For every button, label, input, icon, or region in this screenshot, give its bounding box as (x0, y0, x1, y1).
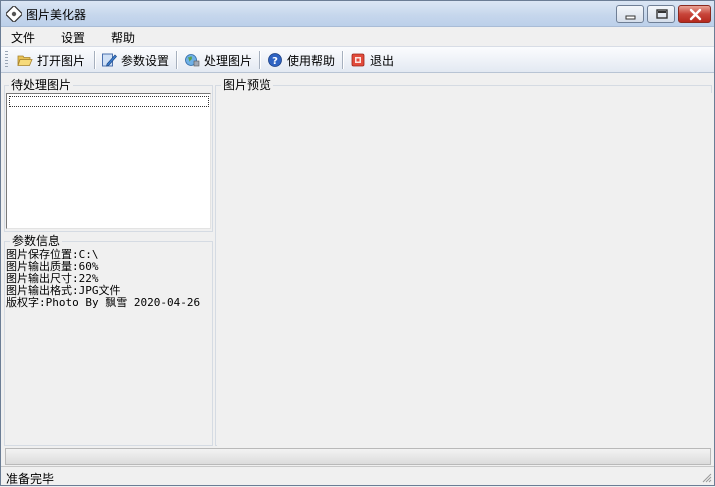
params-info-label: 参数信息 (10, 234, 63, 248)
toolbar-separator (342, 51, 344, 69)
settings-edit-icon (102, 53, 117, 67)
menu-settings[interactable]: 设置 (61, 29, 85, 46)
toolbar-separator (94, 51, 96, 69)
preview-label: 图片预览 (221, 78, 274, 92)
process-globe-icon (185, 54, 200, 67)
process-image-button[interactable]: 处理图片 (184, 50, 252, 70)
app-window: 图片美化器 文件 设置 帮助 打开图片 参数设置 处理图片 ? 使用帮助 退出 … (0, 0, 715, 486)
resize-grip-icon[interactable] (702, 473, 712, 483)
toolbar: 打开图片 参数设置 处理图片 ? 使用帮助 退出 (1, 46, 714, 73)
status-text: 准备完毕 (6, 472, 55, 486)
folder-open-icon (17, 55, 33, 66)
settings-label: 参数设置 (121, 53, 170, 68)
params-info-text: 图片保存位置:C:\ 图片输出质量:60% 图片输出尺寸:22% 图片输出格式:JPG… (6, 249, 200, 309)
title-bar[interactable]: 图片美化器 (1, 1, 714, 27)
open-image-button[interactable]: 打开图片 (17, 50, 85, 70)
menu-file[interactable]: 文件 (11, 29, 35, 46)
exit-button[interactable]: 退出 (350, 50, 394, 70)
menu-bar: 文件 设置 帮助 (1, 27, 714, 46)
toolbar-separator (176, 51, 178, 69)
param-copyright: 版权字:Photo By 飘雪 2020-04-26 (6, 296, 201, 309)
horizontal-scroll-strip[interactable] (5, 448, 711, 465)
list-focus-row[interactable] (9, 96, 209, 107)
svg-text:?: ? (272, 56, 278, 67)
toolbar-grip[interactable] (5, 51, 8, 69)
process-image-label: 处理图片 (204, 53, 253, 68)
exit-label: 退出 (370, 53, 395, 68)
close-button[interactable] (678, 5, 711, 23)
minimize-button[interactable] (616, 5, 644, 23)
settings-button[interactable]: 参数设置 (101, 50, 169, 70)
maximize-button[interactable] (647, 5, 675, 23)
exit-icon (351, 53, 365, 67)
menu-help[interactable]: 帮助 (111, 29, 135, 46)
help-button[interactable]: ? 使用帮助 (267, 50, 335, 70)
toolbar-separator (259, 51, 261, 69)
minimize-icon (625, 15, 636, 20)
pending-images-list[interactable] (6, 93, 211, 229)
maximize-icon (656, 9, 668, 19)
status-bar: 准备完毕 (1, 466, 714, 486)
open-image-label: 打开图片 (37, 53, 86, 68)
close-icon (689, 8, 702, 21)
image-preview-area (217, 93, 712, 446)
window-title: 图片美化器 (26, 8, 87, 22)
help-icon: ? (268, 53, 282, 67)
pending-images-label: 待处理图片 (9, 78, 74, 92)
app-logo-icon (6, 6, 22, 22)
help-label: 使用帮助 (287, 53, 336, 68)
